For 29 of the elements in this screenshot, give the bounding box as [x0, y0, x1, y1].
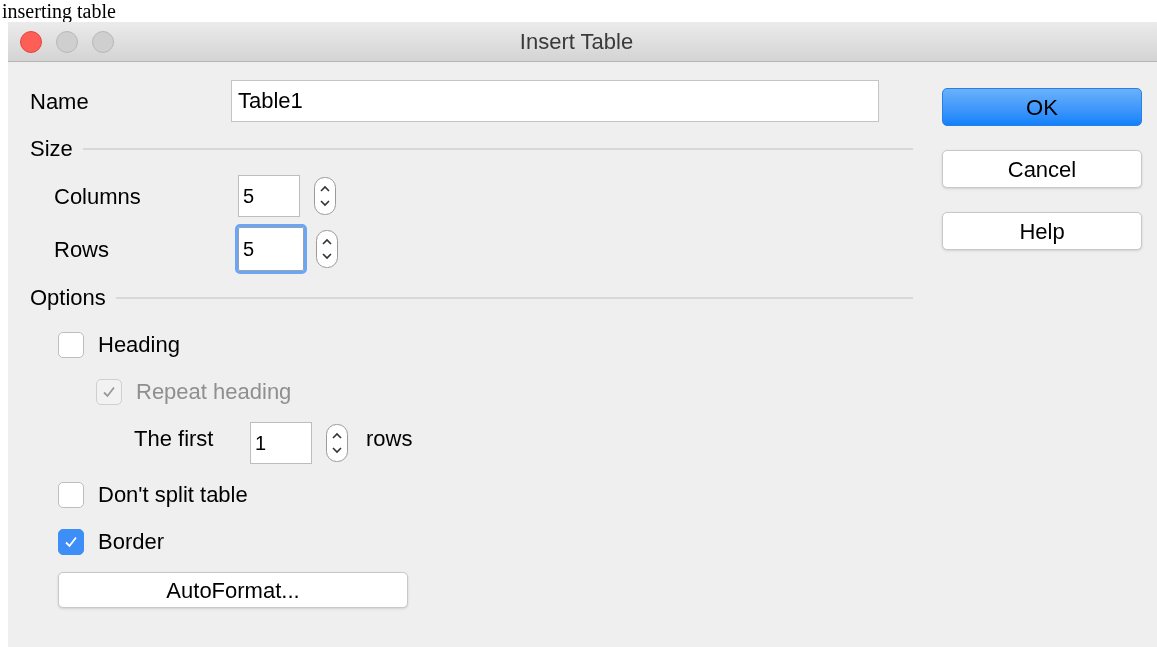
checkbox-label: Heading [98, 331, 180, 359]
dialog-button[interactable]: Help [942, 212, 1142, 250]
autoformat-button[interactable]: AutoFormat... [58, 572, 408, 608]
section-title: Options [30, 284, 106, 312]
close-button[interactable] [20, 30, 42, 53]
field-label: Name [30, 87, 90, 116]
name-field[interactable]: Table1 [231, 80, 879, 122]
checkbox[interactable] [58, 331, 84, 358]
caption: inserting table [1, 0, 117, 22]
zoom-button[interactable] [92, 30, 114, 53]
checkbox[interactable] [58, 481, 84, 508]
checkbox-label: Border [98, 528, 165, 556]
unit-label: rows [366, 425, 413, 453]
window-title: Insert Table [518, 28, 635, 56]
checkbox[interactable] [58, 528, 84, 555]
checkbox-label: Repeat heading [136, 378, 292, 406]
stepper-icon[interactable] [316, 230, 338, 268]
field-label: The first [134, 425, 215, 453]
stepper-icon[interactable] [314, 177, 336, 215]
minimize-button[interactable] [56, 30, 78, 53]
number-field[interactable]: 5 [238, 227, 304, 271]
dialog-button[interactable]: Cancel [942, 150, 1142, 188]
dialog-button[interactable]: OK [942, 88, 1142, 126]
field-label: Rows [54, 235, 110, 264]
stepper-icon[interactable] [326, 424, 348, 462]
checkbox-label: Don't split table [98, 481, 248, 509]
section-title: Size [30, 135, 73, 163]
field-label: Columns [54, 182, 142, 211]
number-field[interactable]: 5 [238, 175, 300, 217]
